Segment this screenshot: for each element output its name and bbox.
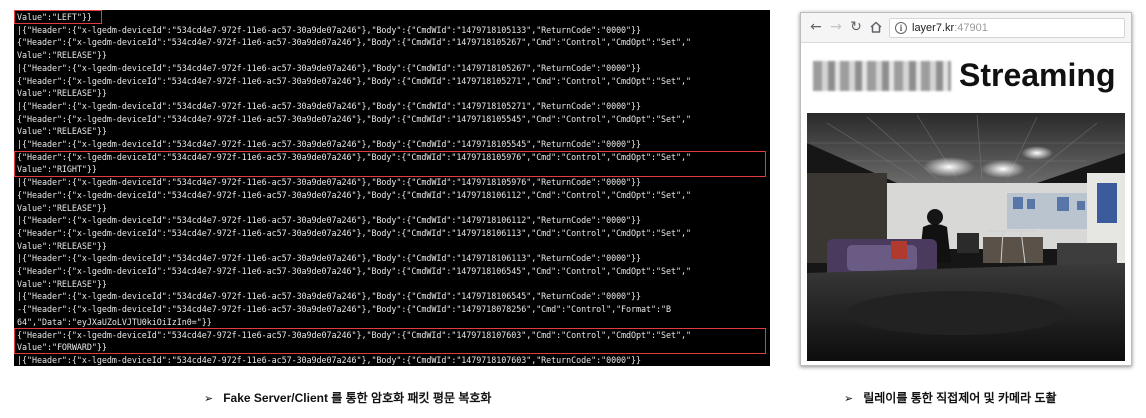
url-text: layer7.kr:47901 bbox=[912, 21, 988, 36]
page-content: Streaming bbox=[801, 43, 1131, 365]
terminal-line: {"Header":{"x-lgedm-deviceId":"534cd4e7-… bbox=[17, 113, 691, 124]
home-icon[interactable] bbox=[867, 18, 885, 36]
browser-toolbar: ← → ↻ i layer7.kr:47901 bbox=[801, 13, 1131, 43]
terminal-line: {"Header":{"x-lgedm-deviceId":"534cd4e7-… bbox=[17, 37, 691, 48]
caption-right: ➢ 릴레이를 통한 직접제어 및 카메라 도촬 bbox=[844, 390, 1057, 407]
terminal-line: Value":"RELEASE"}} bbox=[17, 88, 107, 99]
terminal-line: {"Header":{"x-lgedm-deviceId":"534cd4e7-… bbox=[17, 329, 691, 340]
terminal-line: |{"Header":{"x-lgedm-deviceId":"534cd4e7… bbox=[17, 139, 642, 150]
terminal-line: |{"Header":{"x-lgedm-deviceId":"534cd4e7… bbox=[17, 177, 642, 188]
terminal-output: Value":"LEFT"}} |{"Header":{"x-lgedm-devi… bbox=[17, 11, 767, 366]
terminal-line: |{"Header":{"x-lgedm-deviceId":"534cd4e7… bbox=[17, 100, 642, 111]
terminal-window: Value":"LEFT"}} |{"Header":{"x-lgedm-devi… bbox=[14, 10, 770, 366]
info-icon[interactable]: i bbox=[895, 22, 907, 34]
terminal-line: Value":"RELEASE"}} bbox=[17, 278, 107, 289]
terminal-line: {"Header":{"x-lgedm-deviceId":"534cd4e7-… bbox=[17, 189, 691, 200]
terminal-line: |{"Header":{"x-lgedm-deviceId":"534cd4e7… bbox=[17, 62, 642, 73]
back-arrow-icon[interactable]: ← bbox=[807, 18, 825, 36]
terminal-line: |{"Header":{"x-lgedm-deviceId":"534cd4e7… bbox=[17, 24, 642, 35]
terminal-line: |{"Header":{"x-lgedm-deviceId":"534cd4e7… bbox=[17, 291, 642, 302]
terminal-line: Value":"RIGHT"}} bbox=[17, 164, 97, 175]
terminal-line: Value":"LEFT"}} bbox=[17, 12, 92, 22]
terminal-line: {"Header":{"x-lgedm-deviceId":"534cd4e7-… bbox=[17, 227, 691, 238]
blurred-redacted-word bbox=[813, 61, 951, 91]
reload-icon[interactable]: ↻ bbox=[847, 18, 865, 36]
terminal-line: Value":"RELEASE"}} bbox=[17, 240, 107, 251]
terminal-line: |{"Header":{"x-lgedm-deviceId":"534cd4e7… bbox=[17, 354, 642, 365]
browser-window: ← → ↻ i layer7.kr:47901 Streaming bbox=[800, 12, 1132, 366]
terminal-line: {"Header":{"x-lgedm-deviceId":"534cd4e7-… bbox=[17, 266, 691, 277]
url-host: layer7.kr bbox=[912, 22, 955, 34]
caption-left-bold: Fake Server/Client bbox=[223, 391, 328, 405]
terminal-line: |{"Header":{"x-lgedm-deviceId":"534cd4e7… bbox=[17, 215, 642, 226]
terminal-line: Value":"RELEASE"}} bbox=[17, 202, 107, 213]
camera-stream-image bbox=[807, 113, 1125, 361]
terminal-line: |{"Header":{"x-lgedm-deviceId":"534cd4e7… bbox=[17, 253, 642, 264]
arrow-bullet-icon: ➢ bbox=[204, 392, 214, 405]
terminal-line: {"Header":{"x-lgedm-deviceId":"534cd4e7-… bbox=[17, 151, 691, 162]
terminal-line: Value":"FORWARD"}} bbox=[17, 342, 107, 353]
page-heading: Streaming bbox=[959, 57, 1116, 93]
terminal-line: 64","Data":"eyJXaUZoLVJTU0kiOiIzIn0="}} bbox=[17, 316, 212, 327]
arrow-bullet-icon: ➢ bbox=[844, 392, 854, 405]
forward-arrow-icon[interactable]: → bbox=[827, 18, 845, 36]
url-port: :47901 bbox=[954, 22, 988, 34]
terminal-line: {"Header":{"x-lgedm-deviceId":"534cd4e7-… bbox=[17, 75, 691, 86]
caption-right-text: 릴레이를 통한 직접제어 및 카메라 도촬 bbox=[863, 391, 1057, 405]
terminal-line: -{"Header":{"x-lgedm-deviceId":"534cd4e7… bbox=[17, 304, 671, 315]
terminal-line: Value":"RELEASE"}} bbox=[17, 50, 107, 61]
terminal-line: Value":"RELEASE"}} bbox=[17, 126, 107, 137]
address-bar[interactable]: i layer7.kr:47901 bbox=[889, 18, 1125, 38]
caption-left: ➢ Fake Server/Client 를 통한 암호화 패킷 평문 복호화 bbox=[204, 390, 491, 407]
caption-left-rest: 를 통한 암호화 패킷 평문 복호화 bbox=[327, 391, 492, 405]
